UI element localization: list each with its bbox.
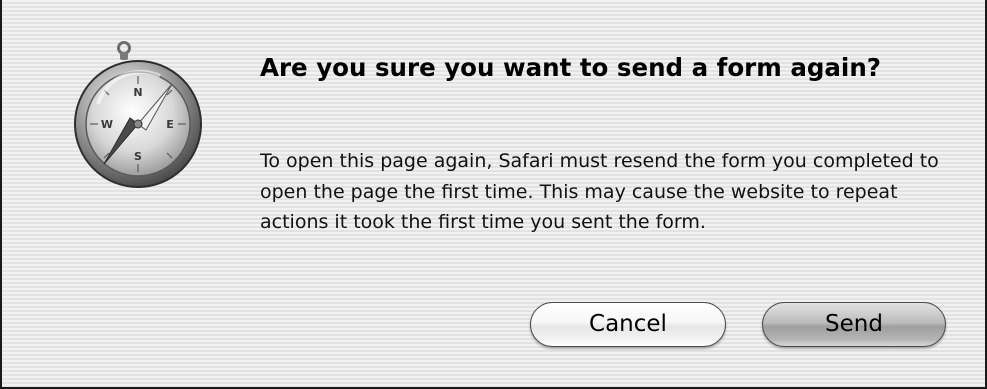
- dialog-title: Are you sure you want to send a form aga…: [260, 53, 881, 82]
- send-button[interactable]: Send: [762, 302, 946, 347]
- resend-form-alert-dialog: N S W E Are you sure you want to send a …: [0, 0, 987, 389]
- cancel-button[interactable]: Cancel: [530, 302, 726, 347]
- svg-text:E: E: [166, 118, 174, 131]
- dialog-message: To open this page again, Safari must res…: [260, 150, 939, 233]
- svg-text:W: W: [101, 118, 113, 131]
- svg-text:S: S: [134, 150, 142, 163]
- safari-compass-icon: N S W E: [68, 38, 208, 188]
- svg-text:N: N: [133, 86, 142, 99]
